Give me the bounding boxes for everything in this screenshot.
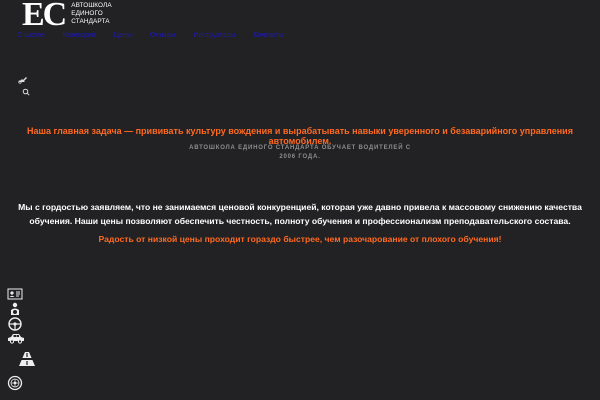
car-icon (7, 331, 27, 345)
driver-icon (7, 302, 27, 316)
nav-item-prices[interactable]: Цены (114, 32, 132, 39)
intro-paragraph: Мы с гордостью заявляем, что не занимаем… (18, 202, 582, 226)
logo-text: АВТОШКОЛА ЕДИНОГО СТАНДАРТА (71, 2, 111, 26)
logo-line-3: СТАНДАРТА (71, 18, 110, 25)
nav-item-about[interactable]: О школе (17, 32, 45, 39)
steering-wheel-icon (7, 317, 27, 331)
id-card-icon (7, 287, 27, 301)
search-icon[interactable] (22, 88, 30, 98)
logo-line-2: ЕДИНОГО (71, 10, 103, 17)
main-headline: Наша главная задача — прививать культуру… (27, 126, 573, 146)
logo-mark: EC (22, 0, 67, 33)
nav-item-categories[interactable]: Категории (63, 32, 96, 39)
nav-item-instructors[interactable]: Инструкторы (193, 32, 235, 39)
site-logo[interactable]: EC АВТОШКОЛА ЕДИНОГО СТАНДАРТА (22, 0, 112, 33)
main-nav: О школе Категории Цены Отзывы Инструктор… (17, 32, 284, 39)
logo-line-1: АВТОШКОЛА (71, 2, 112, 9)
nav-item-contacts[interactable]: Контакты (253, 32, 283, 39)
road-icon (17, 351, 37, 366)
wheel-icon (7, 375, 27, 391)
car-key-icon[interactable] (18, 76, 28, 86)
since-subline: АВТОШКОЛА ЕДИНОГО СТАНДАРТА ОБУЧАЕТ ВОДИ… (189, 145, 411, 160)
nav-item-reviews[interactable]: Отзывы (150, 32, 176, 39)
accent-quote: Радость от низкой цены проходит гораздо … (98, 234, 502, 244)
